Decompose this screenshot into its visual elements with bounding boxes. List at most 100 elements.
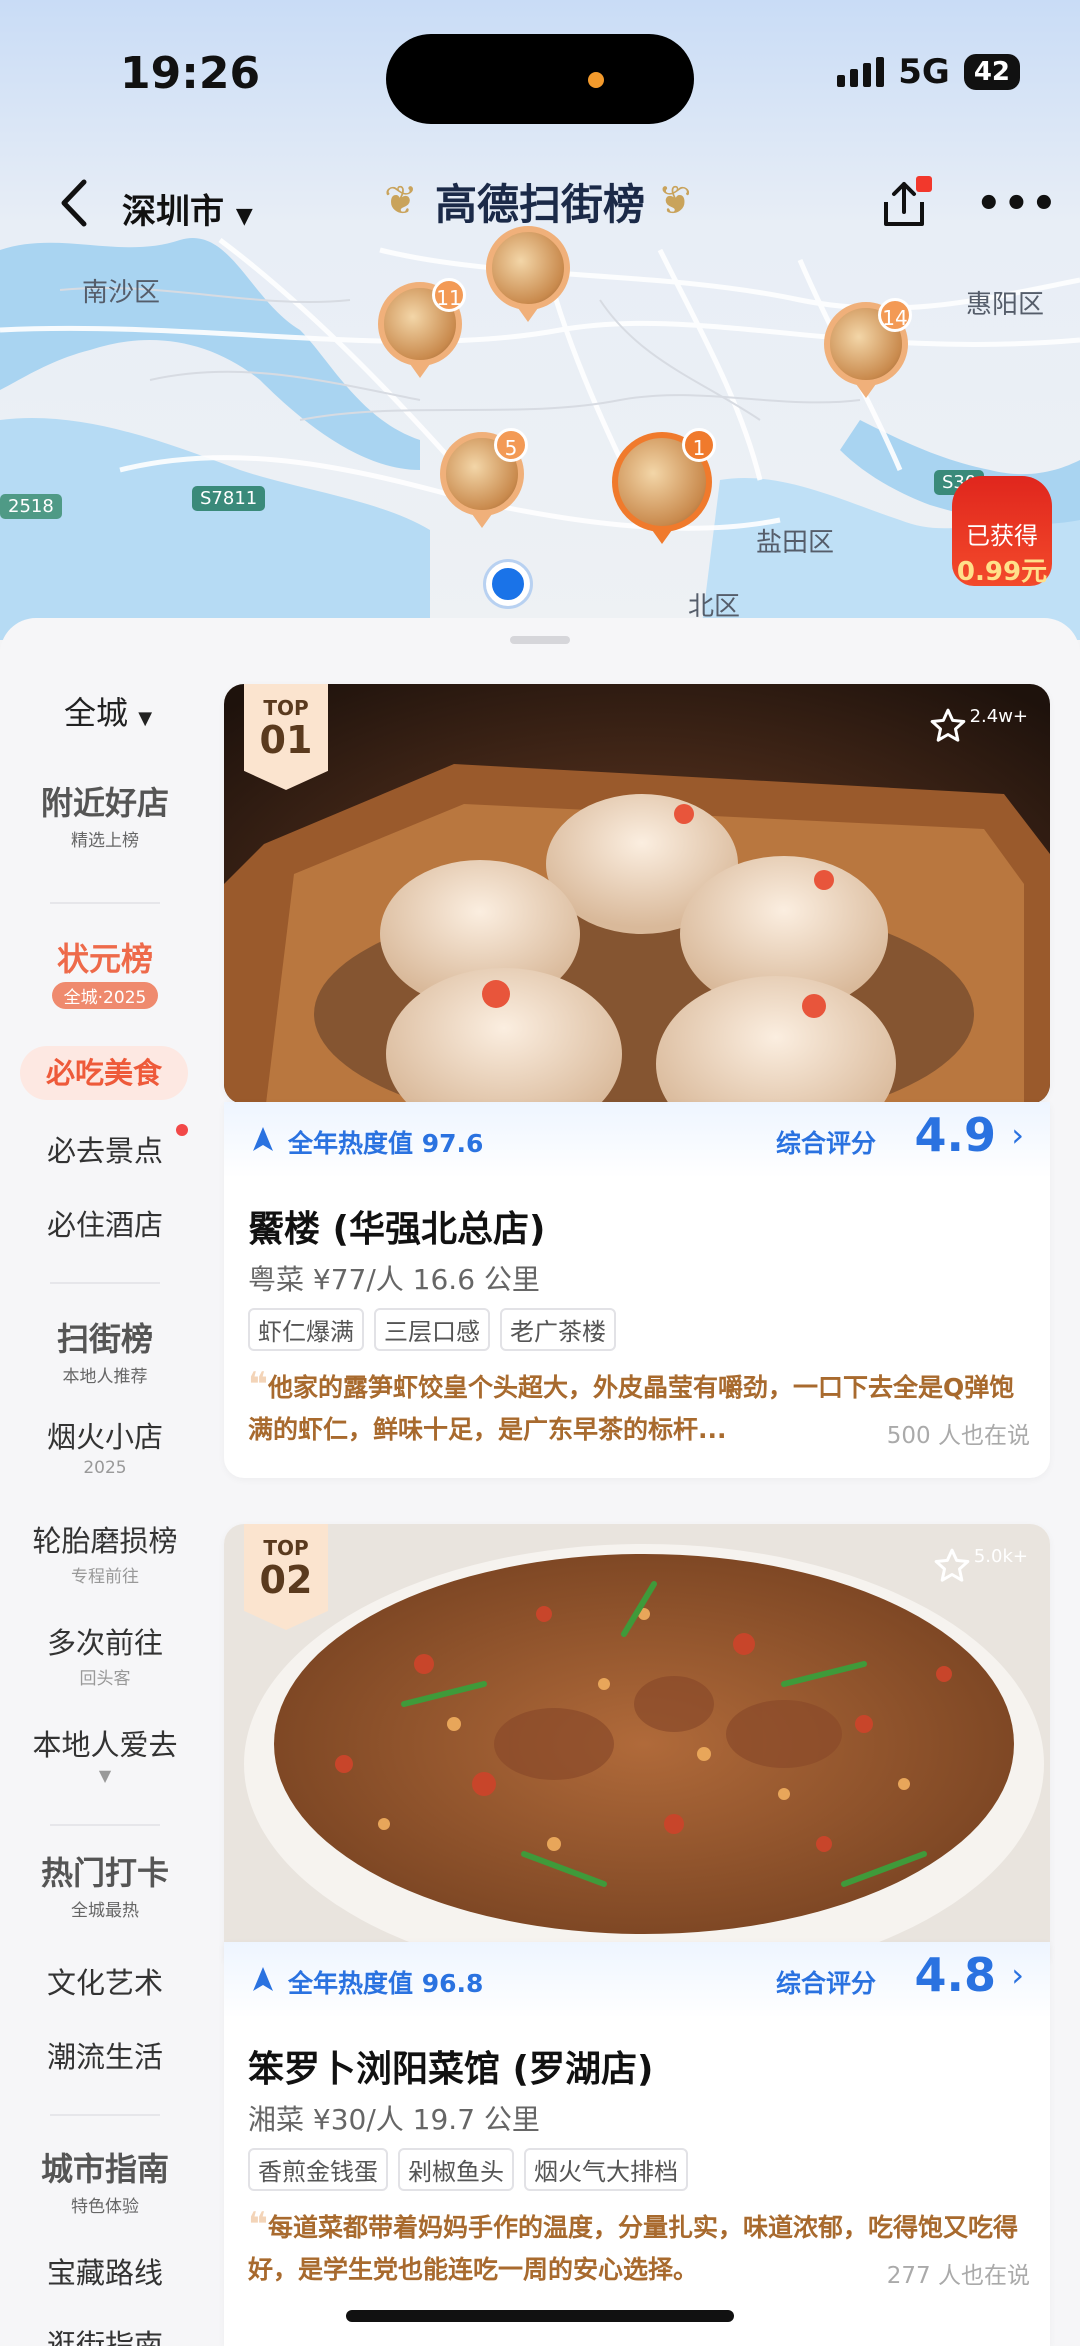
also-talking-count[interactable]: 277 人也在说 (887, 2256, 1030, 2290)
champion-list-section[interactable]: 状元榜 全城·2025 (22, 934, 188, 1009)
rank-badge: TOP 02 (244, 1524, 328, 1630)
dumpling-image (224, 684, 1050, 1104)
restaurant-name[interactable]: 笨罗卜浏阳菜馆 (罗湖店) (248, 2040, 653, 2092)
annual-heat-value: 全年热度值 97.6 (288, 1129, 484, 1158)
red-packet-amount: 0.99元 (956, 557, 1048, 587)
road-shield: 2518 (0, 494, 62, 519)
brand-title: 高德扫街榜 (434, 180, 645, 229)
star-outline-icon (930, 708, 965, 742)
divider (50, 1282, 160, 1284)
favorite-button[interactable]: 5.0k+ (932, 1546, 1028, 1586)
quote-mark-icon: ❝ (248, 1365, 268, 1405)
feature-tags: 虾仁爆满 三层口感 老广茶楼 (248, 1308, 616, 1351)
hot-checkin-section[interactable]: 热门打卡 全城最热 (22, 1848, 188, 1921)
status-time: 19:26 (120, 48, 261, 99)
sidebar-item-trend-life[interactable]: 潮流生活 (0, 2034, 210, 2076)
restaurant-card-info[interactable]: 全年热度值 96.8 综合评分 4.8 › 笨罗卜浏阳菜馆 (罗湖店) 湘菜 ¥… (224, 1942, 1050, 2346)
also-talking-count[interactable]: 500 人也在说 (887, 1416, 1030, 1450)
navigation-arrow-icon (253, 1967, 273, 1991)
quote-mark-icon: ❝ (248, 2205, 268, 2245)
sidebar-item-sub: 专程前往 (71, 1567, 139, 1587)
favorite-button[interactable]: 2.4w+ (928, 706, 1028, 746)
sidebar-item-locals-love[interactable]: 本地人爱去 ▼ (0, 1722, 210, 1785)
section-subtitle: 本地人推荐 (62, 1367, 148, 1387)
feature-tags: 香煎金钱蛋 剁椒鱼头 烟火气大排档 (248, 2148, 688, 2191)
dish-photo[interactable]: TOP 01 2.4w+ (224, 684, 1050, 1104)
annual-heat-value: 全年热度值 96.8 (288, 1969, 484, 1998)
city-guide-section[interactable]: 城市指南 特色体验 (22, 2144, 188, 2217)
divider (50, 2114, 160, 2116)
city-name: 深圳市 (122, 192, 224, 232)
section-title: 状元榜 (56, 940, 153, 978)
sheet-drag-handle[interactable] (510, 636, 570, 644)
map-pin-count: 5 (494, 428, 528, 462)
restaurant-card[interactable]: TOP 01 2.4w+ (224, 684, 1050, 1104)
city-selector[interactable]: 深圳市 ▼ (122, 184, 253, 233)
sidebar-item-must-eat[interactable]: 必吃美食 (20, 1046, 188, 1100)
sidebar-item-tire-wear[interactable]: 轮胎磨损榜 专程前往 (0, 1518, 210, 1587)
restaurant-meta: 湘菜 ¥30/人 19.7 公里 (248, 2103, 540, 2136)
divider (50, 1824, 160, 1826)
sidebar-item-label: 烟火小店 (46, 1420, 163, 1454)
rank-badge: TOP 01 (244, 684, 328, 790)
map-pin[interactable]: 5 (440, 428, 528, 528)
score-label: 综合评分 (775, 1969, 876, 1998)
sidebar-item-label: 轮胎磨损榜 (32, 1524, 178, 1558)
map-pin-count: 1 (682, 428, 716, 462)
status-indicators: 5G 42 (837, 52, 1020, 92)
sidebar-item-label: 本地人爱去 (32, 1728, 178, 1762)
new-indicator-dot (176, 1124, 188, 1136)
sidebar-item-repeat-visits[interactable]: 多次前往 回头客 (0, 1620, 210, 1689)
rank-number: 02 (259, 1558, 313, 1602)
home-indicator[interactable] (346, 2310, 734, 2322)
spicy-dish-image (224, 1524, 1050, 1960)
back-arrow-icon[interactable] (56, 178, 92, 228)
overall-score: 4.9 (914, 1108, 997, 1162)
map-place-label: 惠阳区 (966, 290, 1045, 320)
favorite-count: 5.0k+ (973, 1546, 1028, 1567)
map-place-label: 盐田区 (756, 528, 835, 558)
section-subtitle: 全城最热 (71, 1901, 139, 1921)
more-options-icon[interactable]: ••• (976, 176, 1057, 232)
street-list-section[interactable]: 扫街榜 本地人推荐 (22, 1314, 188, 1387)
sidebar-item-smoky-shops[interactable]: 烟火小店 2025 (0, 1414, 210, 1478)
sidebar-item-treasure-route[interactable]: 宝藏路线 (0, 2250, 210, 2292)
heat-row: 全年热度值 96.8 综合评分 4.8 › (224, 1942, 1050, 2018)
map-pin[interactable]: 11 (378, 278, 466, 378)
current-location-icon (486, 562, 530, 606)
sidebar-item-sub: 2025 (83, 1458, 127, 1478)
rank-label: TOP (263, 696, 309, 720)
share-icon[interactable] (876, 176, 932, 232)
scope-dropdown[interactable]: 全城 ▼ (64, 688, 152, 734)
feature-tag: 老广茶楼 (500, 1308, 616, 1351)
chevron-down-icon: ▼ (138, 708, 153, 729)
chevron-right-icon[interactable]: › (1011, 1956, 1024, 1994)
chevron-right-icon[interactable]: › (1011, 1116, 1024, 1154)
dish-photo[interactable]: TOP 02 5.0k+ (224, 1524, 1050, 1960)
sidebar-item-culture-art[interactable]: 文化艺术 (0, 1960, 210, 2002)
restaurant-card[interactable]: TOP 02 5.0k+ (224, 1524, 1050, 1960)
map-pin[interactable]: 14 (824, 298, 912, 398)
road-shield: S7811 (192, 486, 266, 511)
restaurant-meta: 粤菜 ¥77/人 16.6 公里 (248, 1263, 540, 1296)
restaurant-card-info[interactable]: 全年热度值 97.6 综合评分 4.9 › 鱀楼 (华强北总店) 粤菜 ¥77/… (224, 1102, 1050, 1478)
sidebar-item-must-stay[interactable]: 必住酒店 (0, 1202, 210, 1244)
feature-tag: 香煎金钱蛋 (248, 2148, 388, 2191)
sidebar-item-shopping-guide[interactable]: 逛街指南 (0, 2322, 210, 2346)
section-subtitle: 特色体验 (71, 2197, 139, 2217)
map-pin-selected[interactable]: 1 (612, 428, 716, 544)
sidebar-item-sub: 回头客 (79, 1669, 131, 1689)
laurel-right-icon: ❦ (658, 178, 692, 224)
section-subtitle: 精选上榜 (71, 831, 139, 851)
nearby-shops-section[interactable]: 附近好店 精选上榜 (22, 778, 188, 851)
map-view[interactable]: 南沙区 惠阳区 盐田区 北区 S7811 2518 S30 11 5 1 14 … (0, 0, 1080, 640)
ranking-sheet: 全城 ▼ 附近好店 精选上榜 状元榜 全城·2025 必吃美食 必去景点 必住酒… (0, 618, 1080, 2346)
feature-tag: 虾仁爆满 (248, 1308, 364, 1351)
overall-score: 4.8 (914, 1948, 997, 2002)
restaurant-name[interactable]: 鱀楼 (华强北总店) (248, 1200, 545, 1252)
red-packet-widget[interactable]: 已获得 0.99元 (952, 476, 1052, 587)
expand-chevron-icon: ▼ (98, 1766, 112, 1785)
scope-label: 全城 (64, 694, 129, 732)
feature-tag: 三层口感 (374, 1308, 490, 1351)
section-title: 热门打卡 (40, 1854, 169, 1892)
